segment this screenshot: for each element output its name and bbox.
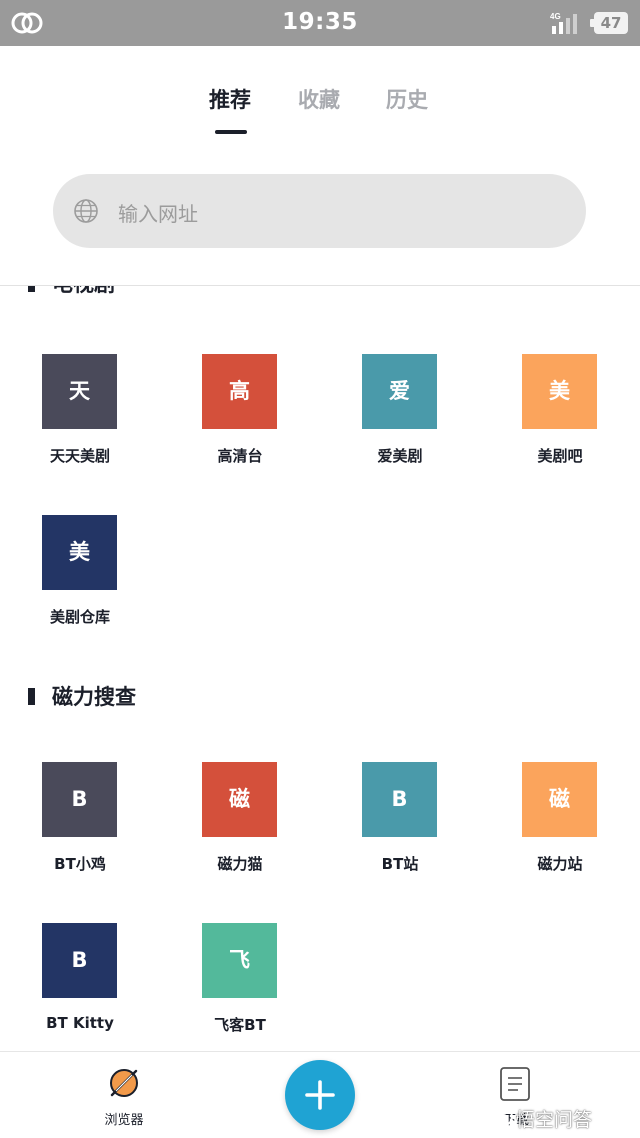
url-search-bar[interactable]: 输入网址 bbox=[53, 174, 586, 248]
signal-icon: 4G bbox=[550, 12, 577, 34]
site-label: BT站 bbox=[381, 855, 419, 873]
watermark: 悟空问答 bbox=[516, 1109, 593, 1131]
browser-icon bbox=[110, 1069, 138, 1097]
site-icon: 爱 bbox=[362, 354, 437, 429]
search-placeholder: 输入网址 bbox=[118, 202, 198, 226]
plus-icon bbox=[305, 1080, 335, 1110]
site-tile[interactable]: B BT小鸡 bbox=[20, 762, 140, 882]
site-label: BT小鸡 bbox=[54, 855, 106, 873]
status-time: 19:35 bbox=[282, 9, 358, 35]
site-icon: 美 bbox=[42, 515, 117, 590]
site-tile[interactable]: 美 美剧吧 bbox=[500, 354, 620, 474]
site-tile[interactable]: 飞 飞客BT bbox=[180, 923, 300, 1043]
site-tile[interactable]: 爱 爱美剧 bbox=[340, 354, 460, 474]
nav-browser-label: 浏览器 bbox=[104, 1113, 144, 1128]
site-icon: 天 bbox=[42, 354, 117, 429]
site-icon: 磁 bbox=[202, 762, 277, 837]
globe-icon bbox=[74, 199, 98, 223]
site-icon: 美 bbox=[522, 354, 597, 429]
site-label: 高清台 bbox=[217, 447, 263, 465]
site-label: BT Kitty bbox=[46, 1014, 114, 1032]
section-title: 磁力搜查 bbox=[52, 685, 136, 709]
site-icon: B bbox=[42, 923, 117, 998]
tab-history[interactable]: 历史 bbox=[386, 84, 428, 114]
site-icon: B bbox=[362, 762, 437, 837]
status-bar: 19:35 4G 47 bbox=[0, 0, 640, 46]
tab-recommended[interactable]: 推荐 bbox=[209, 84, 251, 114]
site-icon: 飞 bbox=[202, 923, 277, 998]
add-button[interactable] bbox=[285, 1060, 355, 1130]
site-tile[interactable]: B BT站 bbox=[340, 762, 460, 882]
site-label: 美剧吧 bbox=[537, 447, 583, 465]
site-label: 爱美剧 bbox=[377, 447, 423, 465]
site-icon: 高 bbox=[202, 354, 277, 429]
watermark-logo-icon bbox=[495, 1108, 513, 1126]
download-list-icon bbox=[500, 1067, 530, 1101]
section-marker bbox=[28, 286, 35, 292]
site-icon: 磁 bbox=[522, 762, 597, 837]
section-title: 电视剧 bbox=[52, 286, 115, 298]
active-tab-indicator bbox=[215, 130, 247, 134]
nav-browser[interactable]: 浏览器 bbox=[82, 1064, 166, 1134]
site-label: 美剧仓库 bbox=[49, 608, 110, 626]
site-list[interactable]: 电视剧 天 天天美剧 高 高清台 爱 爱美剧 美 美剧吧 美 美剧仓库 磁力搜查… bbox=[0, 286, 640, 1051]
site-tile[interactable]: 美 美剧仓库 bbox=[20, 515, 140, 635]
site-label: 磁力猫 bbox=[217, 855, 263, 873]
section-marker bbox=[28, 688, 35, 705]
site-tile[interactable]: 天 天天美剧 bbox=[20, 354, 140, 474]
site-tile[interactable]: 磁 磁力猫 bbox=[180, 762, 300, 882]
site-tile[interactable]: 磁 磁力站 bbox=[500, 762, 620, 882]
site-tile[interactable]: B BT Kitty bbox=[20, 923, 140, 1043]
site-label: 磁力站 bbox=[537, 855, 583, 873]
battery-indicator: 47 bbox=[590, 12, 628, 34]
tab-favorites[interactable]: 收藏 bbox=[298, 84, 340, 114]
site-tile[interactable]: 高 高清台 bbox=[180, 354, 300, 474]
site-label: 飞客BT bbox=[214, 1016, 266, 1034]
site-icon: B bbox=[42, 762, 117, 837]
network-type: 4G bbox=[550, 12, 561, 21]
top-tabs: 推荐 收藏 历史 bbox=[0, 84, 640, 140]
site-label: 天天美剧 bbox=[49, 447, 110, 465]
